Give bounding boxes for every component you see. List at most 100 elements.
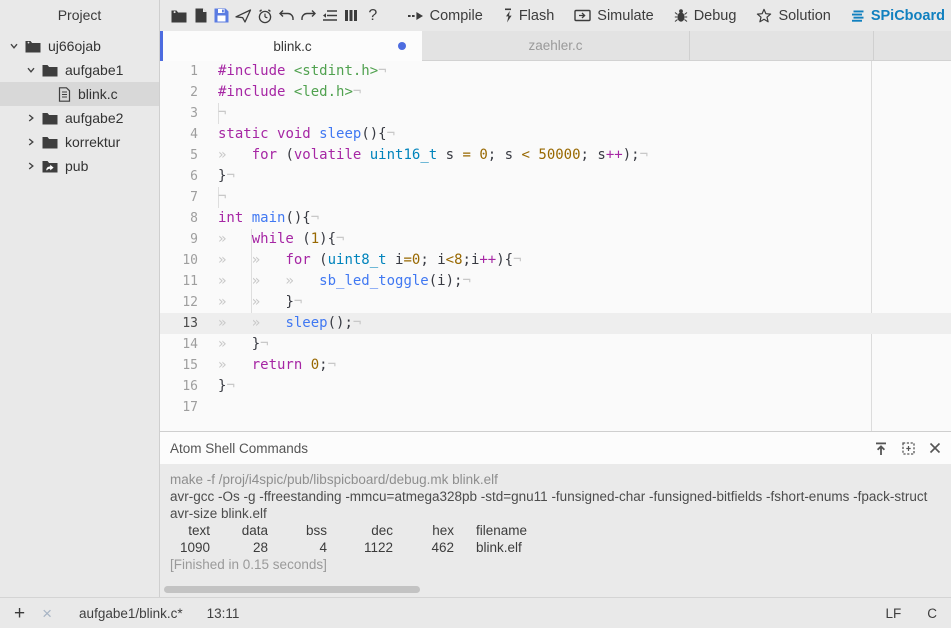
redo-icon[interactable] [297,4,319,28]
flash-button[interactable]: Flash [493,4,564,28]
code-line[interactable]: 4static void sleep(){¬ [160,124,951,145]
file-icon [58,87,71,102]
line-number: 9 [160,229,198,250]
tree-item-label: korrektur [65,134,120,150]
line-ending-indicator[interactable]: LF [885,606,901,621]
code-editor[interactable]: 1#include <stdint.h>¬2#include <led.h>¬3… [160,61,951,431]
code-line[interactable]: 3¬ [160,103,951,124]
tree-item-blink-c[interactable]: blink.c [0,82,159,106]
solution-button[interactable]: Solution [746,4,840,28]
simulate-label: Simulate [597,8,653,24]
code-line[interactable]: 12» » }¬ [160,292,951,313]
grammar-indicator[interactable]: C [927,606,937,621]
columns-icon[interactable] [341,4,363,28]
line-content: }¬ [218,376,235,397]
line-number: 10 [160,250,198,271]
panel-title: Atom Shell Commands [170,441,308,456]
code-line[interactable]: 2#include <led.h>¬ [160,82,951,103]
solution-label: Solution [778,8,830,24]
close-panel-icon[interactable] [929,442,941,454]
shared-folder-icon [42,160,58,173]
code-line[interactable]: 15» return 0;¬ [160,355,951,376]
line-content: » » }¬ [218,292,302,313]
line-number: 4 [160,124,198,145]
code-line[interactable]: 7¬ [160,187,951,208]
code-line[interactable]: 1#include <stdint.h>¬ [160,61,951,82]
modified-dot-icon[interactable] [398,42,406,50]
sidebar-title: Project [0,0,159,30]
folder-icon [42,64,58,77]
line-content: #include <stdint.h>¬ [218,61,387,82]
code-line[interactable]: 14» }¬ [160,334,951,355]
spicboard-button[interactable]: SPiCboard [841,4,951,28]
compile-icon [408,9,424,23]
spicboard-icon [851,9,865,23]
debug-button[interactable]: Debug [664,4,747,28]
close-icon[interactable]: × [42,605,52,622]
statusbar-file-path[interactable]: aufgabe1/blink.c* [79,606,183,621]
line-content: » while (1){¬ [218,229,344,250]
line-number: 13 [160,313,198,334]
line-number: 11 [160,271,198,292]
add-icon[interactable]: + [14,604,25,623]
line-content: #include <led.h>¬ [218,82,361,103]
compile-button[interactable]: Compile [398,4,493,28]
code-line[interactable]: 6}¬ [160,166,951,187]
chevron-right-icon[interactable] [25,112,37,124]
simulate-button[interactable]: Simulate [564,4,663,28]
build-output[interactable]: make -f /proj/i4spic/pub/libspicboard/de… [160,464,951,597]
status-bar: + × aufgabe1/blink.c* 13:11 LF C [0,597,951,628]
chevron-right-icon[interactable] [25,136,37,148]
help-icon[interactable]: ? [362,4,384,28]
open-folder-icon[interactable] [168,4,190,28]
line-number: 8 [160,208,198,229]
line-content: » » » sb_led_toggle(i);¬ [218,271,471,292]
auto-indent-icon[interactable] [319,4,341,28]
chevron-down-icon[interactable] [25,64,37,76]
code-lines: 1#include <stdint.h>¬2#include <led.h>¬3… [160,61,951,418]
chevron-right-icon[interactable] [25,160,37,172]
tab-label: zaehler.c [528,38,582,53]
debug-label: Debug [694,8,737,24]
scroll-to-top-icon[interactable] [874,441,888,456]
horizontal-scrollbar[interactable] [164,586,420,593]
cursor-position[interactable]: 13:11 [207,606,240,621]
tree-item-aufgabe2[interactable]: aufgabe2 [0,106,159,130]
tab-bar: blink.c zaehler.c [160,31,951,61]
chevron-down-icon[interactable] [8,40,20,52]
size-table-header: textdatabssdechexfilename [170,522,951,539]
code-line[interactable]: 17 [160,397,951,418]
code-line[interactable]: 8int main(){¬ [160,208,951,229]
line-number: 5 [160,145,198,166]
output-command-line: avr-size blink.elf [170,505,951,522]
code-line[interactable]: 5 » for (volatile uint16_t s = 0; s < 500… [160,145,951,166]
send-icon[interactable] [233,4,255,28]
project-tree: uj66ojab aufgabe1 blink.c aufgabe2 [0,34,159,178]
output-command-line: make -f /proj/i4spic/pub/libspicboard/de… [170,471,951,488]
tree-item-aufgabe1[interactable]: aufgabe1 [0,58,159,82]
tree-item-korrektur[interactable]: korrektur [0,130,159,154]
tab-blink-c[interactable]: blink.c [160,31,422,61]
tree-item-label: aufgabe1 [65,62,123,78]
code-line[interactable]: 10» » for (uint8_t i=0; i<8;i++){¬ [160,250,951,271]
flash-label: Flash [519,8,554,24]
undo-icon[interactable] [276,4,298,28]
line-number: 6 [160,166,198,187]
simulate-icon [574,9,591,23]
tab-zaehler-c[interactable]: zaehler.c [422,31,690,60]
line-number: 16 [160,376,198,397]
code-line[interactable]: 9 » while (1){¬ [160,229,951,250]
line-content: » return 0;¬ [218,355,336,376]
tree-item-label: uj66ojab [48,38,101,54]
save-icon[interactable] [211,4,233,28]
new-file-icon[interactable] [190,4,212,28]
code-line[interactable]: 13» » sleep();¬ [160,313,951,334]
float-panel-icon[interactable] [901,441,916,456]
tree-item-pub[interactable]: pub [0,154,159,178]
tree-item-label: blink.c [78,86,118,102]
line-content: » for (volatile uint16_t s = 0; s < 5000… [218,145,648,166]
code-line[interactable]: 11 » » » sb_led_toggle(i);¬ [160,271,951,292]
tree-item-uj66ojab[interactable]: uj66ojab [0,34,159,58]
timer-icon[interactable] [254,4,276,28]
code-line[interactable]: 16 }¬ [160,376,951,397]
